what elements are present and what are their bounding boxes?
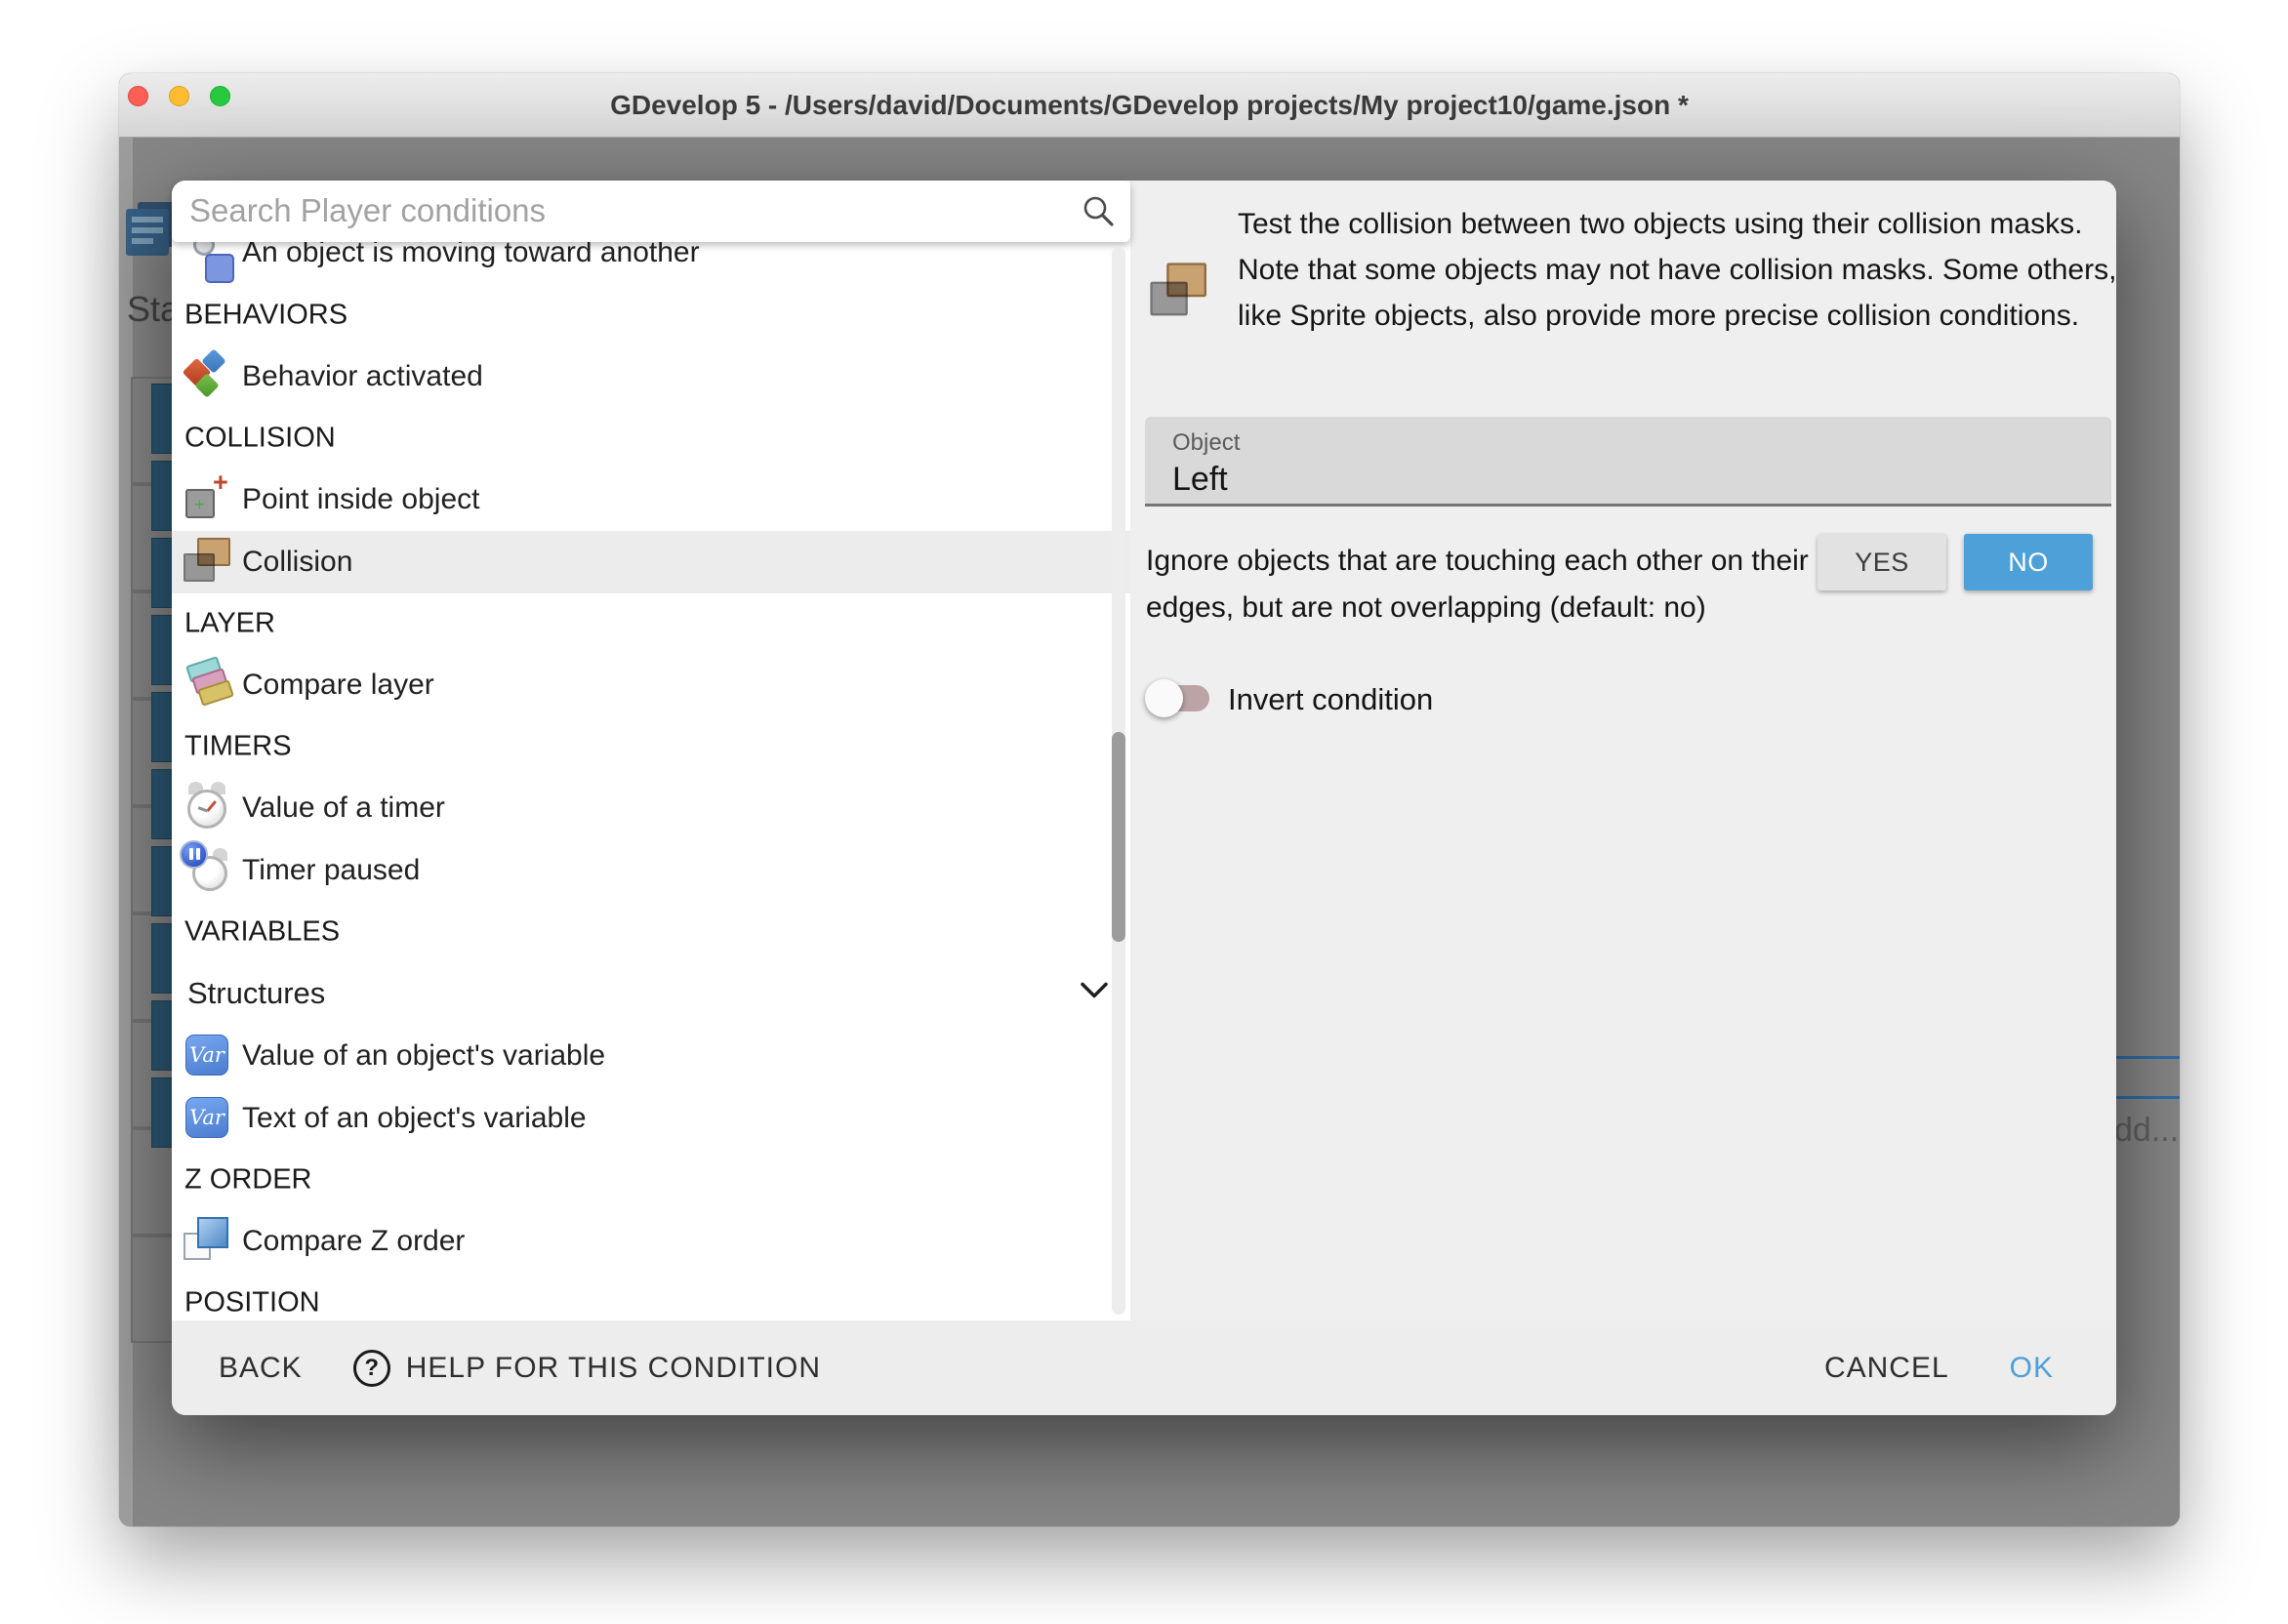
- search-icon: [1082, 194, 1115, 232]
- list-section-header: BEHAVIORS: [172, 285, 1130, 345]
- condition-description: Test the collision between two objects u…: [1238, 201, 2134, 339]
- behavior-icon: [182, 350, 234, 403]
- list-item[interactable]: An object is moving toward another: [172, 242, 1130, 285]
- invert-condition-toggle[interactable]: [1145, 673, 1223, 724]
- list-group-structures[interactable]: Structures: [172, 962, 1130, 1025]
- list-section-header: LAYER: [172, 593, 1130, 654]
- object-field[interactable]: Object Left: [1145, 417, 2111, 507]
- z-order-icon: [182, 1215, 234, 1268]
- toggle-knob: [1145, 679, 1183, 717]
- variable-icon: Var: [182, 1030, 234, 1082]
- collision-icon: [182, 536, 234, 589]
- alarm-clock-paused-icon: [182, 844, 234, 897]
- list-scrollbar-thumb[interactable]: [1112, 732, 1125, 942]
- condition-detail-panel: Test the collision between two objects u…: [1130, 181, 2116, 1320]
- list-section-header: POSITION: [172, 1273, 1130, 1320]
- point-inside-object-icon: ++: [182, 473, 234, 526]
- list-item[interactable]: Timer paused: [172, 839, 1130, 902]
- dialog-footer: BACK ? HELP FOR THIS CONDITION CANCEL OK: [172, 1320, 2116, 1415]
- conditions-list: An object is moving toward another BEHAV…: [172, 242, 1130, 1320]
- help-button-label: HELP FOR THIS CONDITION: [406, 1352, 821, 1385]
- no-button[interactable]: NO: [1964, 534, 2093, 590]
- truncated-add-text: dd...: [2114, 1112, 2179, 1150]
- invert-condition-label: Invert condition: [1228, 682, 1433, 717]
- list-item[interactable]: ++ Point inside object: [172, 468, 1130, 531]
- help-button[interactable]: ? HELP FOR THIS CONDITION: [353, 1350, 821, 1387]
- choose-condition-dialog: An object is moving toward another BEHAV…: [172, 181, 2116, 1415]
- list-item[interactable]: Behavior activated: [172, 345, 1130, 408]
- object-field-value: Left: [1172, 461, 1228, 499]
- layers-icon: [182, 659, 234, 711]
- ok-button[interactable]: OK: [2010, 1352, 2054, 1385]
- title-bar: GDevelop 5 - /Users/david/Documents/GDev…: [119, 73, 2180, 138]
- list-item[interactable]: Compare Z order: [172, 1210, 1130, 1273]
- alarm-clock-icon: [182, 782, 234, 834]
- window-title: GDevelop 5 - /Users/david/Documents/GDev…: [119, 73, 2180, 138]
- event-outline: [131, 1236, 174, 1343]
- list-item[interactable]: Var Text of an object's variable: [172, 1087, 1130, 1150]
- back-button[interactable]: BACK: [219, 1352, 303, 1385]
- list-item[interactable]: Var Value of an object's variable: [172, 1025, 1130, 1087]
- list-section-header: VARIABLES: [172, 902, 1130, 962]
- list-item-selected[interactable]: Collision: [172, 531, 1130, 593]
- list-section-header: COLLISION: [172, 408, 1130, 468]
- cancel-button[interactable]: CANCEL: [1824, 1352, 1949, 1385]
- list-item[interactable]: Compare layer: [172, 654, 1130, 716]
- list-section-header: Z ORDER: [172, 1150, 1130, 1210]
- list-section-header: TIMERS: [172, 716, 1130, 777]
- search-bar: [172, 181, 1130, 242]
- object-field-label: Object: [1172, 429, 1240, 457]
- chevron-down-icon[interactable]: [1080, 982, 1109, 1006]
- yes-button[interactable]: YES: [1818, 534, 1946, 590]
- variable-icon: Var: [182, 1092, 234, 1145]
- ignore-touching-label: Ignore objects that are touching each ot…: [1146, 538, 1829, 631]
- search-input[interactable]: [189, 186, 1048, 235]
- question-mark-circle-icon: ?: [353, 1350, 390, 1387]
- list-item[interactable]: Value of a timer: [172, 777, 1130, 839]
